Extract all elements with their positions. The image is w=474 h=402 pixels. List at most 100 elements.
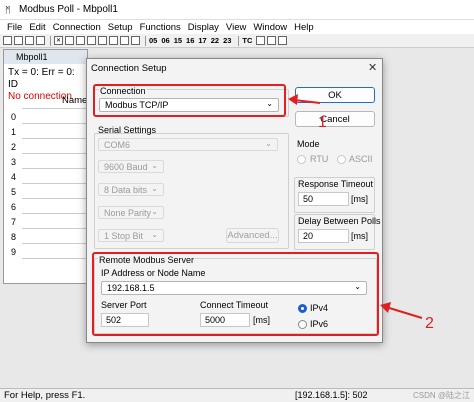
data-bits-select[interactable]: 8 Data bits ⌄ (98, 183, 164, 196)
row-label: 7 (11, 217, 17, 227)
stop-bit-select[interactable]: 1 Stop Bit ⌄ (98, 229, 164, 242)
delay-between-polls-label: Delay Between Polls (298, 216, 381, 226)
mbpoll-child-window[interactable]: Mbpoll1 Tx = 0: Err = 0: ID No connectio… (3, 49, 88, 284)
menu-view[interactable]: View (226, 22, 246, 33)
rtu-radio[interactable] (297, 155, 306, 164)
row-label: 9 (11, 247, 17, 257)
stop-bit-value: 1 Stop Bit (104, 230, 144, 241)
disconnect-icon[interactable]: ✕ (54, 36, 63, 45)
data-bits-value: 8 Data bits (104, 184, 148, 195)
row-label: 4 (11, 172, 17, 182)
grid-line (22, 123, 87, 124)
connect-icon[interactable] (65, 36, 74, 45)
fc-22-button[interactable]: 22 (211, 36, 219, 45)
toolbar-separator (238, 35, 240, 46)
chevron-down-icon: ⌄ (265, 139, 272, 148)
parity-value: None Parity (104, 207, 152, 218)
child-window-title: Mbpoll1 (4, 50, 87, 64)
fc-17-button[interactable]: 17 (198, 36, 206, 45)
ascii-radio[interactable] (337, 155, 346, 164)
advanced-button[interactable]: Advanced... (226, 228, 279, 243)
row-label: 1 (11, 127, 17, 137)
chevron-down-icon: ⌄ (151, 230, 158, 239)
rtu-label: RTU (310, 154, 329, 164)
read-write-icon[interactable] (76, 36, 85, 45)
modbus-app-icon: ᛗ (5, 4, 11, 15)
chevron-down-icon: ⌄ (151, 161, 158, 170)
serial-port-select[interactable]: COM6 ⌄ (98, 138, 278, 151)
toolbar: ✕ 05 06 15 16 17 22 23 TC (0, 34, 474, 48)
fc-16-button[interactable]: 16 (186, 36, 194, 45)
serial-port-value: COM6 (104, 139, 131, 150)
about-icon[interactable] (278, 36, 288, 45)
delay-between-polls-unit: [ms] (351, 231, 368, 241)
watermark-text: CSDN @陆之江 (413, 391, 471, 400)
fc-15-button[interactable]: 15 (174, 36, 182, 45)
chevron-down-icon: ⌄ (151, 184, 158, 193)
fc-23-button[interactable]: 23 (223, 36, 231, 45)
ascii-label: ASCII (349, 154, 373, 164)
toolbar-separator (145, 35, 146, 46)
grid-line (22, 198, 87, 199)
new-file-icon[interactable] (3, 36, 12, 45)
parity-select[interactable]: None Parity ⌄ (98, 206, 164, 219)
app-title-bar: ᛗ Modbus Poll - Mbpoll1 (0, 0, 474, 20)
row-label: 0 (11, 112, 17, 122)
annotation-arrow-2 (380, 302, 423, 319)
tx-err-status: Tx = 0: Err = 0: ID (8, 67, 75, 90)
row-label: 8 (11, 232, 17, 242)
open-folder-icon[interactable] (14, 36, 23, 45)
grid-line (22, 153, 87, 154)
grid-line (22, 183, 87, 184)
response-timeout-input[interactable]: 50 (298, 192, 349, 206)
row-label: 2 (11, 142, 17, 152)
grid-line (22, 108, 87, 109)
menu-connection[interactable]: Connection (53, 22, 101, 33)
name-column-header: Name (62, 95, 88, 106)
row-label: 3 (11, 157, 17, 167)
delete-icon[interactable] (98, 36, 107, 45)
baud-rate-select[interactable]: 9600 Baud ⌄ (98, 160, 164, 173)
monitor-icon[interactable] (87, 36, 96, 45)
menu-functions[interactable]: Functions (140, 22, 181, 33)
grid-line (22, 138, 87, 139)
annotation-number-2: 2 (425, 315, 434, 332)
print-icon[interactable] (36, 36, 45, 45)
grid-line (22, 243, 87, 244)
pause-icon[interactable] (131, 36, 140, 45)
grid-line (22, 228, 87, 229)
menu-edit[interactable]: Edit (29, 22, 45, 33)
window-icon[interactable] (109, 36, 118, 45)
menu-window[interactable]: Window (253, 22, 287, 33)
grid-header: Name (4, 94, 87, 108)
help-status-text: For Help, press F1. (4, 390, 86, 401)
annotation-box-connection (93, 84, 286, 117)
grid-line (22, 168, 87, 169)
menu-display[interactable]: Display (188, 22, 219, 33)
tc-button[interactable]: TC (242, 36, 252, 45)
connection-status-text: [192.168.1.5]: 502 (295, 390, 368, 400)
chart-icon[interactable] (120, 36, 129, 45)
menu-help[interactable]: Help (294, 22, 314, 33)
close-icon[interactable]: ✕ (368, 61, 377, 74)
menu-bar: File Edit Connection Setup Functions Dis… (0, 20, 474, 34)
toolbar-separator (50, 35, 51, 46)
hint-icon[interactable] (267, 36, 277, 45)
status-bar: For Help, press F1. [192.168.1.5]: 502 C… (0, 388, 474, 402)
grid-icon[interactable] (256, 36, 266, 45)
response-timeout-label: Response Timeout (298, 179, 374, 189)
menu-file[interactable]: File (7, 22, 22, 33)
dialog-title: Connection Setup (91, 63, 167, 74)
serial-settings-label: Serial Settings (98, 125, 157, 135)
menu-setup[interactable]: Setup (108, 22, 133, 33)
row-label: 5 (11, 187, 17, 197)
response-timeout-unit: [ms] (351, 194, 368, 204)
save-icon[interactable] (25, 36, 34, 45)
fc-06-button[interactable]: 06 (161, 36, 169, 45)
window-title: Modbus Poll - Mbpoll1 (19, 4, 118, 15)
fc-05-button[interactable]: 05 (149, 36, 157, 45)
annotation-number-1: 1 (318, 114, 327, 131)
chevron-down-icon: ⌄ (151, 207, 158, 216)
grid-line (22, 213, 87, 214)
delay-between-polls-input[interactable]: 20 (298, 229, 349, 243)
